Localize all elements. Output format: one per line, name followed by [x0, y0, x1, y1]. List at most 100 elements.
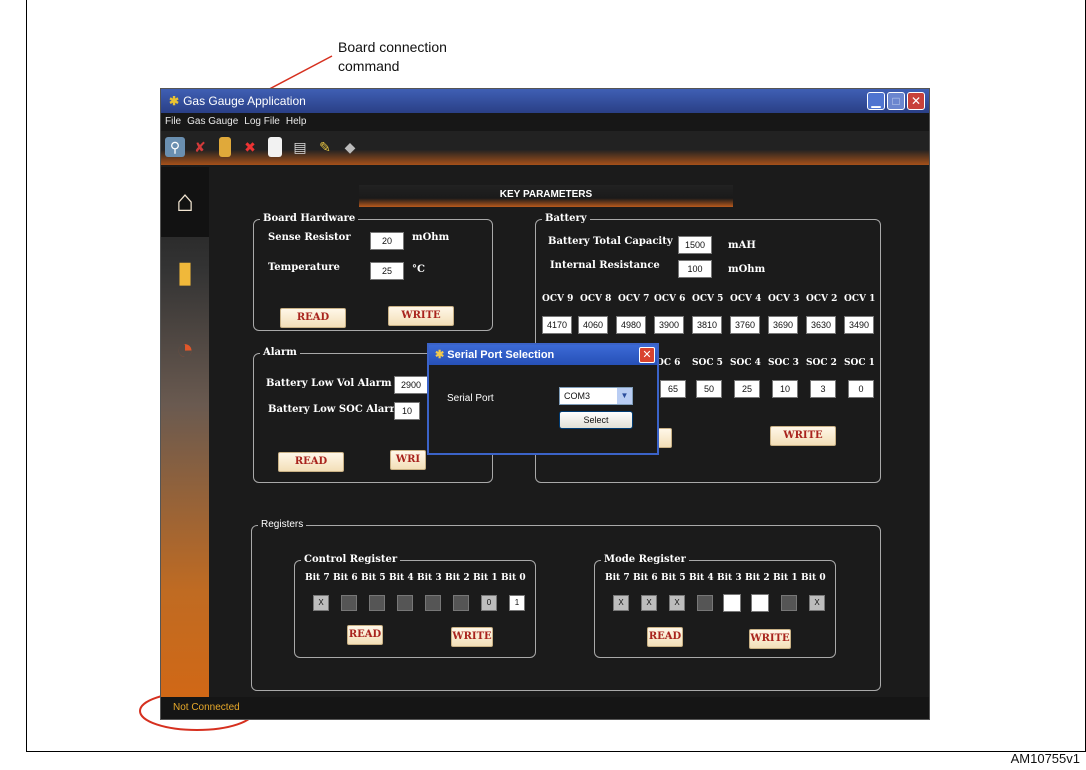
edit-icon[interactable]: ✎	[315, 137, 335, 157]
ocv8-field[interactable]: 4060	[578, 316, 608, 334]
menu-help[interactable]: Help	[286, 113, 307, 131]
close-button[interactable]: ✕	[907, 92, 925, 110]
ctrl-bit7[interactable]: X	[313, 595, 329, 611]
mode-write-button[interactable]: WRITE	[749, 629, 791, 649]
mode-bit0[interactable]: X	[809, 595, 825, 611]
document-icon[interactable]	[268, 137, 282, 157]
mode-bit6-label: Bit 6	[633, 573, 658, 583]
ctrl-bit0-label: Bit 0	[501, 573, 526, 583]
low-soc-alarm-label: Battery Low SOC Alarm	[268, 404, 401, 415]
soc4-label: SOC 4	[730, 358, 761, 368]
dialog-title: Serial Port Selection	[447, 349, 555, 361]
soc5-field[interactable]: 50	[696, 380, 722, 398]
status-bar: Not Connected	[161, 697, 929, 719]
battery-write-button[interactable]: WRITE	[770, 426, 836, 446]
chart-icon[interactable]: ◔	[161, 315, 209, 385]
connect-icon[interactable]: ⚲	[165, 137, 185, 157]
mode-read-button[interactable]: READ	[647, 627, 683, 647]
soc6-field[interactable]: 65	[660, 380, 686, 398]
temperature-label: Temperature	[268, 262, 340, 273]
alarm-read-button[interactable]: READ	[278, 452, 344, 472]
temperature-field[interactable]: 25	[370, 262, 404, 280]
mode-bit3[interactable]	[723, 594, 741, 612]
ocv5-field[interactable]: 3810	[692, 316, 722, 334]
menu-gas-gauge[interactable]: Gas Gauge	[187, 113, 238, 131]
ctrl-bit4-label: Bit 4	[389, 573, 414, 583]
control-read-button[interactable]: READ	[347, 625, 383, 645]
dialog-close-button[interactable]: ✕	[639, 347, 655, 363]
mode-bit4[interactable]	[697, 595, 713, 611]
battery-level-icon[interactable]: ▮	[161, 237, 209, 307]
battery-icon[interactable]	[219, 137, 231, 157]
mode-bit5-label: Bit 5	[661, 573, 686, 583]
capacity-label: Battery Total Capacity	[548, 236, 673, 247]
ctrl-bit4[interactable]	[397, 595, 413, 611]
package-icon[interactable]: ◆	[340, 137, 360, 157]
capacity-field[interactable]: 1500	[678, 236, 712, 254]
alarm-write-button[interactable]: WRI	[390, 450, 426, 470]
board-hardware-title: Board Hardware	[260, 213, 359, 224]
sense-resistor-field[interactable]: 20	[370, 232, 404, 250]
ctrl-bit6[interactable]	[341, 595, 357, 611]
ocv9-field[interactable]: 4170	[542, 316, 572, 334]
mode-bit2[interactable]	[751, 594, 769, 612]
mode-bit0-label: Bit 0	[801, 573, 826, 583]
ocv4-field[interactable]: 3760	[730, 316, 760, 334]
battery-remove-icon[interactable]: ✖	[240, 137, 260, 157]
mode-bit7-label: Bit 7	[605, 573, 630, 583]
ocv7-field[interactable]: 4980	[616, 316, 646, 334]
chevron-down-icon[interactable]: ▼	[617, 388, 632, 404]
ctrl-bit5[interactable]	[369, 595, 385, 611]
board-read-button[interactable]: READ	[280, 308, 346, 328]
minimize-button[interactable]: ▁	[867, 92, 885, 110]
soc4-field[interactable]: 25	[734, 380, 760, 398]
serial-port-label: Serial Port	[447, 393, 494, 404]
ocv2-field[interactable]: 3630	[806, 316, 836, 334]
menu-file[interactable]: File	[165, 113, 181, 131]
sense-resistor-unit: mOhm	[412, 232, 450, 243]
internal-resistance-label: Internal Resistance	[550, 260, 660, 271]
select-button[interactable]: Select	[559, 411, 633, 429]
mode-bit1[interactable]	[781, 595, 797, 611]
soc1-field[interactable]: 0	[848, 380, 874, 398]
mode-bit6[interactable]: X	[641, 595, 657, 611]
mode-bit4-label: Bit 4	[689, 573, 714, 583]
internal-resistance-unit: mOhm	[728, 264, 766, 275]
ctrl-bit7-label: Bit 7	[305, 573, 330, 583]
soc2-field[interactable]: 3	[810, 380, 836, 398]
ocv5-label: OCV 5	[692, 294, 724, 304]
mode-bit7[interactable]: X	[613, 595, 629, 611]
board-write-button[interactable]: WRITE	[388, 306, 454, 326]
ctrl-bit1-label: Bit 1	[473, 573, 498, 583]
soc2-label: SOC 2	[806, 358, 837, 368]
menu-log-file[interactable]: Log File	[244, 113, 280, 131]
printer-icon[interactable]: ▤	[290, 137, 310, 157]
maximize-button[interactable]: □	[887, 92, 905, 110]
low-voltage-alarm-field[interactable]: 2900	[394, 376, 428, 394]
board-hardware-group: Board Hardware Sense Resistor 20 mOhm Te…	[253, 213, 493, 331]
serial-port-select[interactable]: COM3 ▼	[559, 387, 633, 405]
ctrl-bit1[interactable]: 0	[481, 595, 497, 611]
mode-bit5[interactable]: X	[669, 595, 685, 611]
ctrl-bit5-label: Bit 5	[361, 573, 386, 583]
ocv6-field[interactable]: 3900	[654, 316, 684, 334]
ctrl-bit0[interactable]: 1	[509, 595, 525, 611]
disconnect-icon[interactable]: ✘	[190, 137, 210, 157]
registers-group: Registers Control Register Bit 7 Bit 6 B…	[251, 519, 881, 691]
control-write-button[interactable]: WRITE	[451, 627, 493, 647]
app-window: ✱ Gas Gauge Application ▁ □ ✕ File Gas Ga…	[160, 88, 930, 720]
ocv3-field[interactable]: 3690	[768, 316, 798, 334]
low-soc-alarm-field[interactable]: 10	[394, 402, 420, 420]
ocv1-field[interactable]: 3490	[844, 316, 874, 334]
serial-port-value: COM3	[564, 391, 591, 401]
soc3-field[interactable]: 10	[772, 380, 798, 398]
control-register-title: Control Register	[301, 554, 401, 565]
figure-label: AM10755v1	[1010, 751, 1080, 766]
ctrl-bit3[interactable]	[425, 595, 441, 611]
mode-bit1-label: Bit 1	[773, 573, 798, 583]
internal-resistance-field[interactable]: 100	[678, 260, 712, 278]
dialog-body: Serial Port COM3 ▼ Select	[429, 365, 657, 453]
home-icon[interactable]: ⌂	[161, 167, 209, 237]
ctrl-bit2[interactable]	[453, 595, 469, 611]
soc3-label: SOC 3	[768, 358, 799, 368]
